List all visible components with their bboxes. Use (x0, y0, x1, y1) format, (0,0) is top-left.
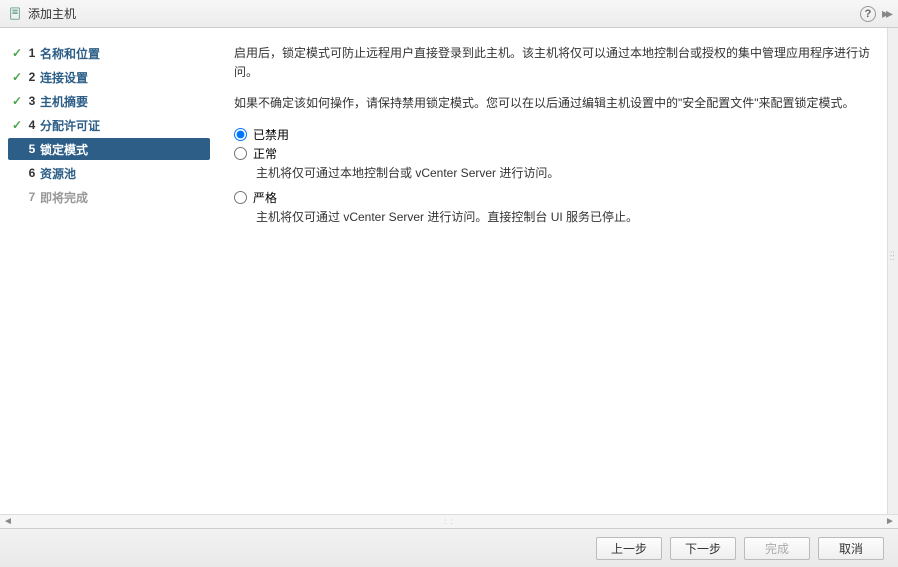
step-license[interactable]: ✓ 4 分配许可证 (0, 114, 216, 136)
step-number: 7 (24, 190, 40, 204)
back-button[interactable]: 上一步 (596, 537, 662, 560)
step-number: 6 (24, 166, 40, 180)
option-label: 严格 (253, 189, 277, 206)
step-number: 5 (24, 142, 40, 156)
titlebar: 添加主机 ? ▸▸ (0, 0, 898, 28)
step-resource-pool[interactable]: 6 资源池 (0, 162, 216, 184)
help-icon[interactable]: ? (860, 6, 876, 22)
right-rail: :::: (888, 28, 898, 514)
option-disabled[interactable]: 已禁用 (234, 126, 875, 143)
step-name-location[interactable]: ✓ 1 名称和位置 (0, 42, 216, 64)
step-label: 连接设置 (40, 69, 88, 86)
option-label: 已禁用 (253, 126, 289, 143)
content-panel: 启用后，锁定模式可防止远程用户直接登录到此主机。该主机将仅可以通过本地控制台或授… (216, 28, 888, 514)
description-1: 启用后，锁定模式可防止远程用户直接登录到此主机。该主机将仅可以通过本地控制台或授… (234, 44, 875, 82)
step-label: 分配许可证 (40, 117, 100, 134)
step-label: 主机摘要 (40, 93, 88, 110)
check-icon: ✓ (10, 46, 24, 60)
step-number: 1 (24, 46, 40, 60)
option-normal-desc: 主机将仅可通过本地控制台或 vCenter Server 进行访问。 (256, 164, 875, 181)
option-normal[interactable]: 正常 (234, 145, 875, 162)
step-connection[interactable]: ✓ 2 连接设置 (0, 66, 216, 88)
scroll-left-icon[interactable]: ◄ (2, 516, 14, 527)
main-area: ✓ 1 名称和位置 ✓ 2 连接设置 ✓ 3 主机摘要 ✓ 4 分配许可证 5 … (0, 28, 898, 514)
scroll-right-icon[interactable]: ► (884, 516, 896, 527)
option-label: 正常 (253, 145, 277, 162)
step-lockdown[interactable]: 5 锁定模式 (8, 138, 210, 160)
step-label: 锁定模式 (40, 141, 88, 158)
radio-strict[interactable] (234, 191, 247, 204)
option-strict-desc: 主机将仅可通过 vCenter Server 进行访问。直接控制台 UI 服务已… (256, 208, 875, 225)
expand-icon[interactable]: ▸▸ (882, 5, 890, 22)
radio-disabled[interactable] (234, 128, 247, 141)
step-label: 名称和位置 (40, 45, 100, 62)
finish-button: 完成 (744, 537, 810, 560)
step-number: 4 (24, 118, 40, 132)
step-label: 资源池 (40, 165, 76, 182)
scroll-grip-icon: : : (444, 517, 454, 526)
host-icon (8, 7, 22, 21)
radio-normal[interactable] (234, 147, 247, 160)
next-button[interactable]: 下一步 (670, 537, 736, 560)
step-finish: 7 即将完成 (0, 186, 216, 208)
step-number: 2 (24, 70, 40, 84)
step-summary[interactable]: ✓ 3 主机摘要 (0, 90, 216, 112)
footer: 上一步 下一步 完成 取消 (0, 528, 898, 567)
rail-grip-icon: :::: (890, 252, 894, 260)
check-icon: ✓ (10, 70, 24, 84)
horizontal-scrollbar[interactable]: ◄ : : ► (0, 514, 898, 528)
cancel-button[interactable]: 取消 (818, 537, 884, 560)
step-number: 3 (24, 94, 40, 108)
step-label: 即将完成 (40, 189, 88, 206)
description-2: 如果不确定该如何操作，请保持禁用锁定模式。您可以在以后通过编辑主机设置中的"安全… (234, 94, 875, 113)
check-icon: ✓ (10, 94, 24, 108)
check-icon: ✓ (10, 118, 24, 132)
wizard-sidebar: ✓ 1 名称和位置 ✓ 2 连接设置 ✓ 3 主机摘要 ✓ 4 分配许可证 5 … (0, 28, 216, 514)
option-strict[interactable]: 严格 (234, 189, 875, 206)
window-title: 添加主机 (28, 5, 860, 22)
